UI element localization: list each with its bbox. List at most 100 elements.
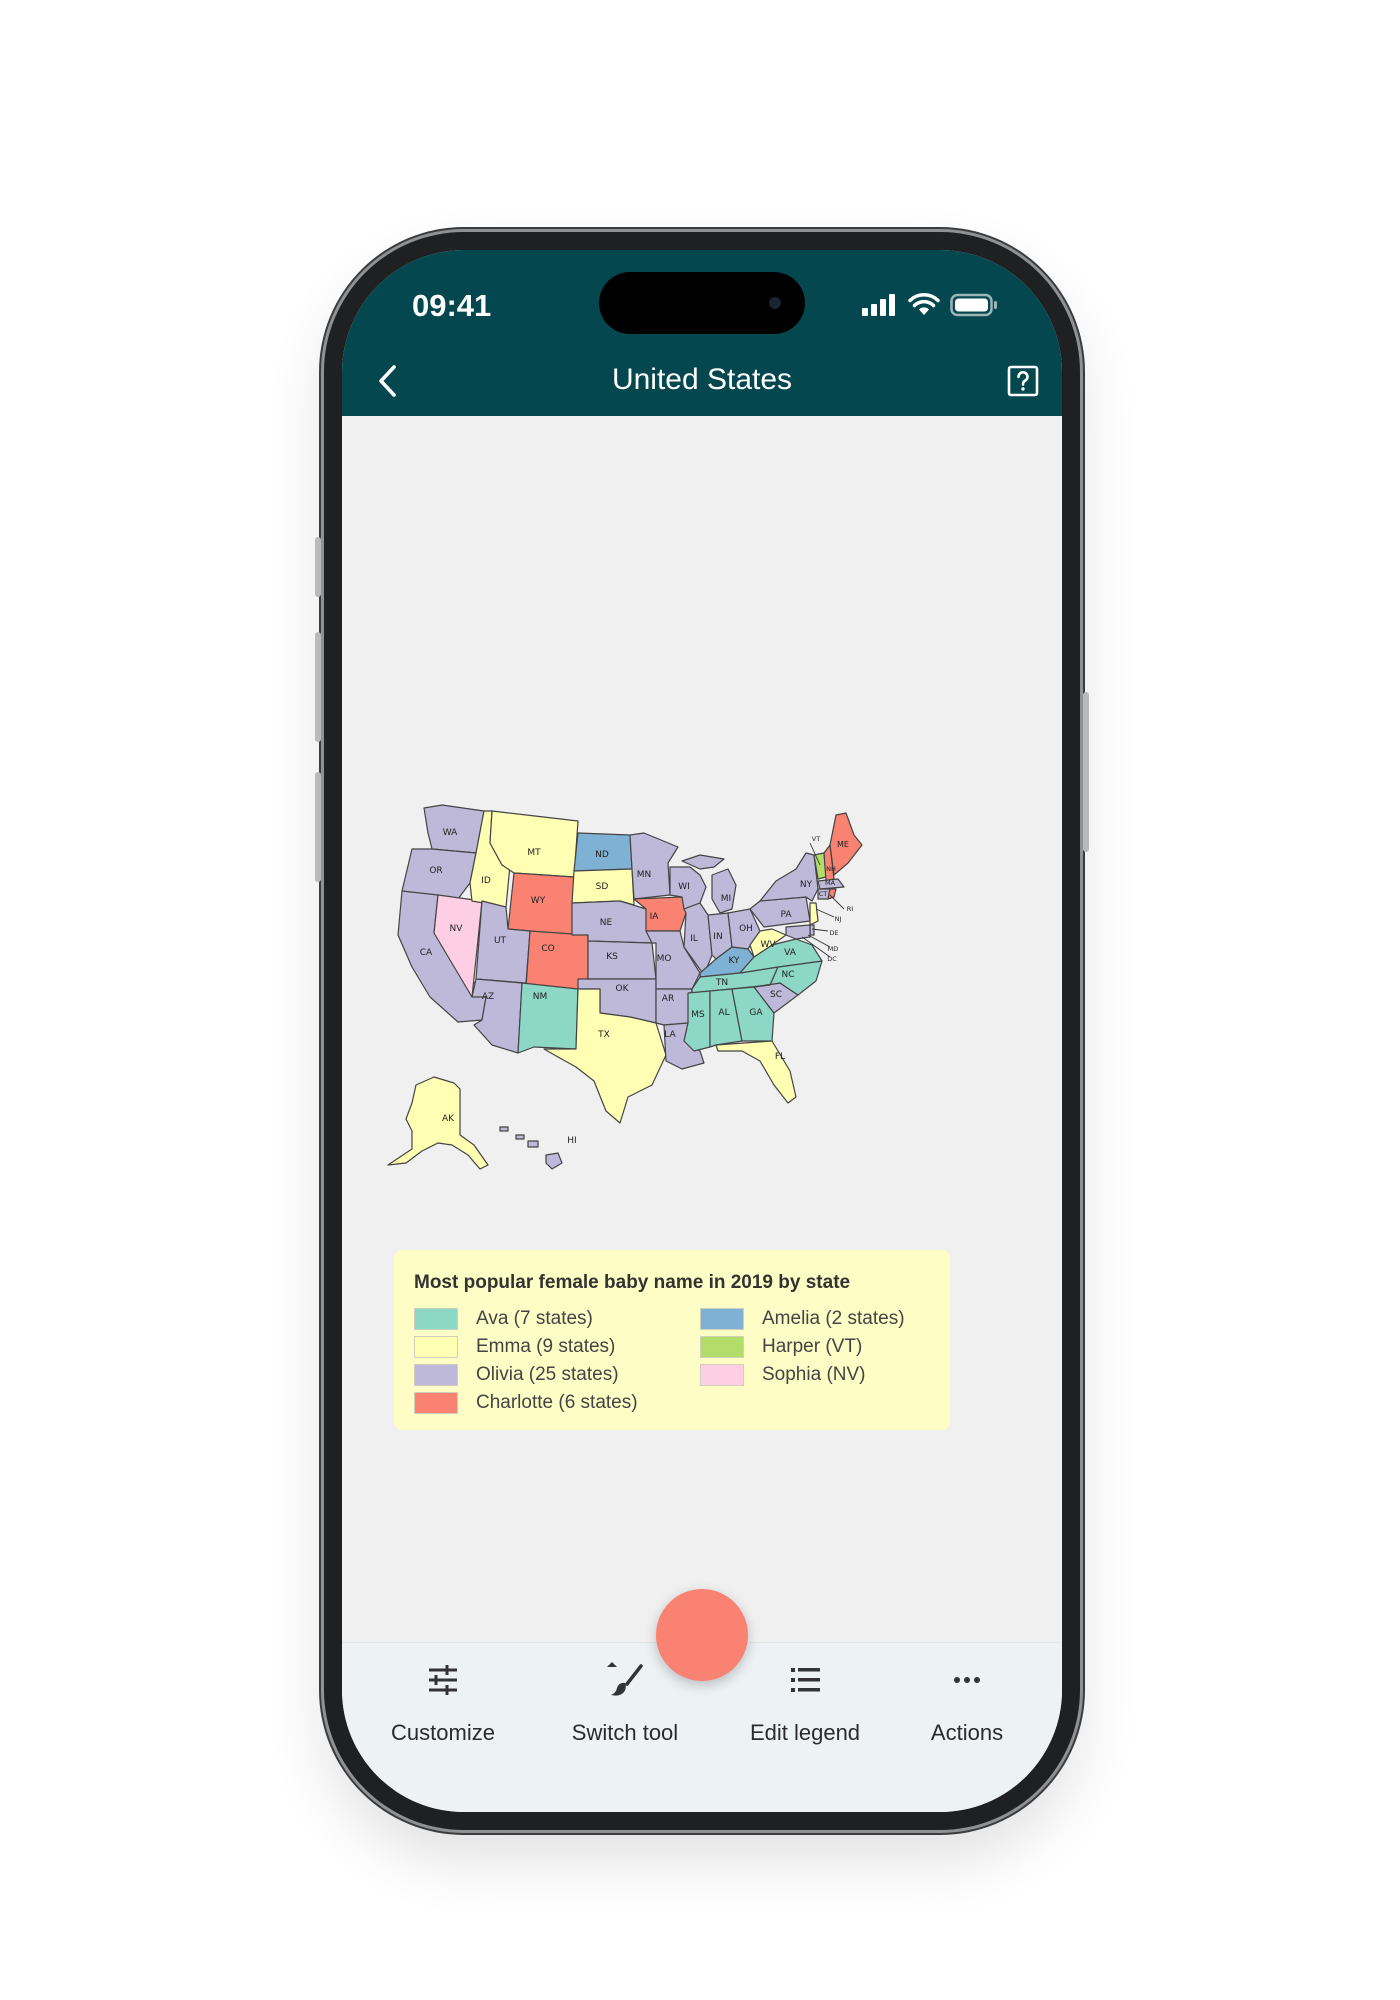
us-map[interactable]: WA OR CA NV ID MT WY UT CO AZ NM ND SD N… <box>382 785 1022 1185</box>
more-icon <box>954 1677 980 1683</box>
state-fl[interactable] <box>715 1040 797 1104</box>
edit-legend-label: Edit legend <box>749 1720 861 1745</box>
label-fl: FL <box>775 1052 785 1062</box>
legend-swatch <box>414 1308 458 1330</box>
phone-mute-switch <box>315 537 321 597</box>
state-nm[interactable] <box>517 982 579 1054</box>
label-id: ID <box>481 876 491 886</box>
label-nj: NJ <box>835 915 842 923</box>
label-wv: WV <box>760 940 776 950</box>
state-ny[interactable] <box>759 852 819 902</box>
legend-swatch <box>700 1364 744 1386</box>
label-nm: NM <box>533 992 548 1002</box>
dynamic-island <box>599 272 805 334</box>
label-wy: WY <box>531 896 546 906</box>
label-ar: AR <box>662 994 674 1004</box>
legend-label: Amelia (2 states) <box>762 1308 905 1329</box>
phone-volume-down <box>315 772 321 882</box>
label-mo: MO <box>657 954 672 964</box>
edit-legend-button[interactable]: Edit legend <box>720 1648 890 1748</box>
legend-item-sophia[interactable]: Sophia (NV) <box>700 1362 866 1388</box>
label-ak: AK <box>442 1114 455 1124</box>
label-ut: UT <box>494 936 507 946</box>
wifi-icon <box>908 293 940 315</box>
state-nj[interactable] <box>809 902 819 926</box>
state-hi-2[interactable] <box>527 1140 539 1148</box>
phone-volume-up <box>315 632 321 742</box>
label-ky: KY <box>728 956 740 966</box>
label-wi: WI <box>678 882 690 892</box>
battery-icon <box>950 293 997 317</box>
label-vt: VT <box>812 835 820 843</box>
screen: 09:41 United States WA OR CA NV ID MT WY… <box>342 250 1062 1812</box>
map-legend[interactable]: Most popular female baby name in 2019 by… <box>394 1250 950 1430</box>
state-mi[interactable] <box>711 868 737 914</box>
status-icons <box>862 290 998 320</box>
label-ia: IA <box>650 912 660 922</box>
label-ri: RI <box>847 905 854 913</box>
page-title: United States <box>611 363 793 396</box>
label-oh: OH <box>739 924 753 934</box>
legend-item-amelia[interactable]: Amelia (2 states) <box>700 1306 905 1332</box>
label-md: MD <box>828 945 839 953</box>
legend-label: Sophia (NV) <box>762 1364 866 1385</box>
label-or: OR <box>429 866 442 876</box>
actions-button[interactable]: Actions <box>882 1648 1052 1748</box>
label-wa: WA <box>443 828 458 838</box>
label-mi: MI <box>721 894 731 904</box>
brush-icon <box>607 1662 643 1696</box>
chevron-left-icon[interactable] <box>370 362 408 400</box>
app-header: 09:41 United States <box>342 250 1062 416</box>
legend-swatch <box>414 1364 458 1386</box>
label-mn: MN <box>637 870 652 880</box>
label-tx: TX <box>597 1030 610 1040</box>
label-ga: GA <box>749 1008 763 1018</box>
state-hi[interactable] <box>545 1152 563 1170</box>
label-nc: NC <box>781 970 794 980</box>
legend-item-charlotte[interactable]: Charlotte (6 states) <box>414 1390 638 1416</box>
legend-swatch <box>414 1392 458 1414</box>
phone-frame: 09:41 United States WA OR CA NV ID MT WY… <box>315 232 1089 1830</box>
label-sd: SD <box>596 882 609 892</box>
customize-label: Customize <box>391 1720 495 1745</box>
state-ks[interactable] <box>587 940 657 980</box>
us-map-svg[interactable]: WA OR CA NV ID MT WY UT CO AZ NM ND SD N… <box>382 785 1022 1185</box>
label-ok: OK <box>616 984 630 994</box>
label-il: IL <box>690 934 698 944</box>
state-md[interactable] <box>785 924 811 940</box>
label-ks: KS <box>606 952 618 962</box>
label-ct: CT <box>819 890 828 898</box>
legend-item-ava[interactable]: Ava (7 states) <box>414 1306 593 1332</box>
state-ms[interactable] <box>683 990 711 1052</box>
label-ny: NY <box>800 880 813 890</box>
legend-item-olivia[interactable]: Olivia (25 states) <box>414 1362 619 1388</box>
color-fab-button[interactable] <box>656 1589 748 1681</box>
legend-item-harper[interactable]: Harper (VT) <box>700 1334 862 1360</box>
camera-icon <box>769 297 781 309</box>
state-hi-4[interactable] <box>499 1126 509 1132</box>
legend-swatch <box>414 1336 458 1358</box>
switch-tool-label: Switch tool <box>571 1720 679 1745</box>
state-ak[interactable] <box>387 1076 489 1170</box>
signal-icon <box>862 294 895 316</box>
label-la: LA <box>664 1030 676 1040</box>
actions-label: Actions <box>930 1720 1004 1745</box>
label-al: AL <box>718 1008 729 1018</box>
label-nv: NV <box>450 924 464 934</box>
status-time: 09:41 <box>412 288 492 323</box>
label-hi: HI <box>567 1136 576 1146</box>
label-me: ME <box>837 840 849 849</box>
label-sc: SC <box>770 990 782 1000</box>
label-ma: MA <box>825 879 836 887</box>
legend-item-emma[interactable]: Emma (9 states) <box>414 1334 615 1360</box>
state-hi-3[interactable] <box>515 1134 525 1140</box>
label-in: IN <box>713 932 722 942</box>
help-icon[interactable] <box>1006 364 1040 398</box>
legend-swatch <box>700 1336 744 1358</box>
label-ne: NE <box>600 918 613 928</box>
legend-label: Harper (VT) <box>762 1336 863 1357</box>
sliders-icon <box>429 1665 457 1695</box>
phone-power-button <box>1083 692 1089 852</box>
customize-button[interactable]: Customize <box>358 1648 528 1748</box>
legend-label: Ava (7 states) <box>476 1308 593 1329</box>
